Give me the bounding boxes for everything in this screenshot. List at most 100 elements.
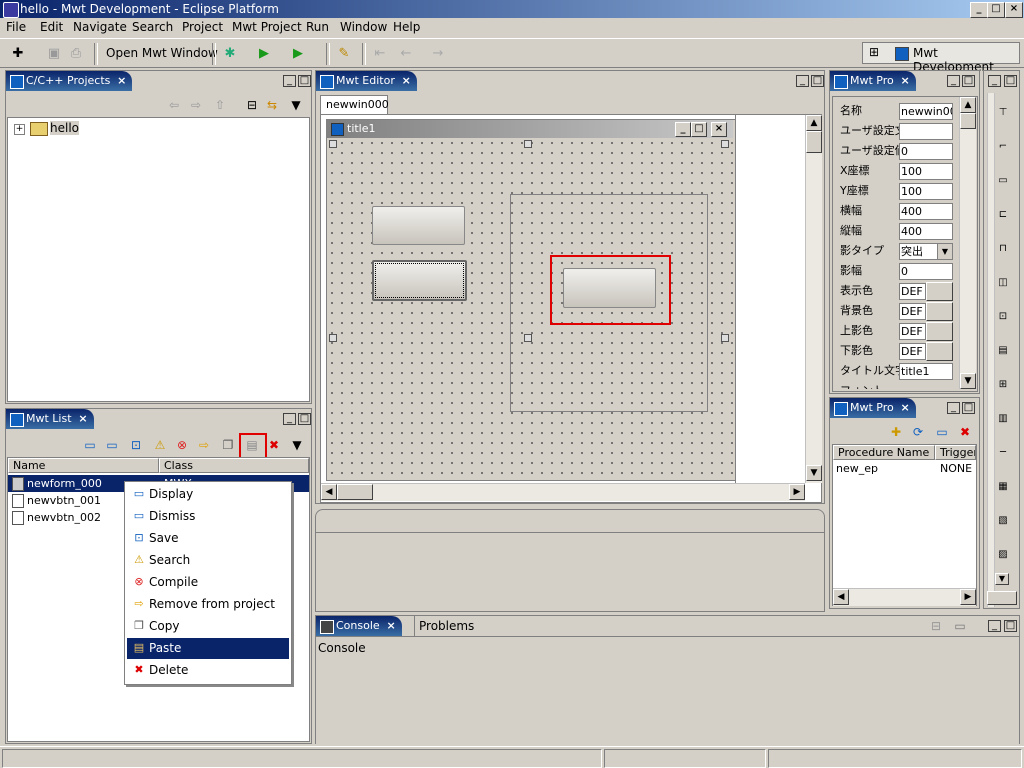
vbutton-widget-selected[interactable] bbox=[372, 260, 467, 301]
prop-name-field[interactable]: newwin000 bbox=[899, 103, 953, 120]
warning-icon[interactable]: ⚠ bbox=[152, 437, 168, 453]
menu-item-dismiss[interactable]: ▭ Dismiss bbox=[127, 506, 289, 527]
menu-window[interactable]: Window bbox=[340, 20, 387, 34]
menu-item-paste[interactable]: ▤ Paste bbox=[127, 638, 289, 659]
form-design-area[interactable] bbox=[327, 138, 733, 478]
back-icon[interactable]: ← bbox=[398, 46, 414, 62]
prop-bottom-shadow-color-field[interactable]: DEF bbox=[899, 343, 926, 360]
menu-item-save[interactable]: ⊡ Save bbox=[127, 528, 289, 549]
mwt-editor-view-tab[interactable]: Mwt Editor × bbox=[316, 71, 417, 91]
perspective-switcher[interactable]: ⊞ Mwt Development bbox=[862, 42, 1020, 74]
widget-icon[interactable]: ◫ bbox=[995, 275, 1011, 291]
properties-vertical-scrollbar[interactable]: ▲ ▼ bbox=[959, 97, 976, 389]
color-picker-button[interactable] bbox=[926, 342, 953, 361]
widget-icon[interactable]: ▨ bbox=[995, 547, 1011, 563]
compile-icon[interactable]: ⊗ bbox=[174, 437, 190, 453]
prop-user-string-field[interactable] bbox=[899, 123, 953, 140]
maximize-view-icon[interactable]: □ bbox=[1004, 620, 1017, 632]
maximize-view-icon[interactable]: □ bbox=[298, 413, 311, 425]
mwt-properties-view-tab[interactable]: Mwt Pro × bbox=[830, 71, 916, 91]
scroll-right-icon[interactable]: ▶ bbox=[789, 484, 805, 500]
column-header-procedure-name[interactable]: Procedure Name bbox=[833, 445, 935, 460]
scroll-thumb[interactable] bbox=[960, 113, 976, 129]
widget-icon[interactable]: ▤ bbox=[995, 343, 1011, 359]
display-console-icon[interactable]: ▭ bbox=[952, 618, 968, 634]
resize-handle[interactable] bbox=[721, 334, 729, 342]
close-window-button[interactable]: × bbox=[1005, 2, 1023, 18]
prop-y-field[interactable]: 100 bbox=[899, 183, 953, 200]
widget-icon[interactable]: ⊓ bbox=[995, 241, 1011, 257]
vbutton-widget[interactable] bbox=[372, 206, 465, 245]
resize-handle[interactable] bbox=[329, 334, 337, 342]
close-icon[interactable]: × bbox=[901, 71, 910, 91]
scroll-right-icon[interactable]: ▶ bbox=[960, 589, 976, 605]
refresh-icon[interactable]: ⟳ bbox=[910, 424, 926, 440]
up-nav-icon[interactable]: ⇧ bbox=[212, 97, 228, 113]
open-mwt-window-button[interactable]: Open Mwt Window bbox=[106, 46, 218, 60]
open-perspective-icon[interactable]: ⊞ bbox=[869, 45, 879, 59]
forward-nav-icon[interactable]: ⇨ bbox=[188, 97, 204, 113]
menu-search[interactable]: Search bbox=[132, 20, 173, 34]
prev-annotation-icon[interactable]: ⇤ bbox=[372, 46, 388, 62]
run-icon[interactable]: ▶ bbox=[256, 46, 272, 62]
mwt-list-view-tab[interactable]: Mwt List × bbox=[6, 409, 94, 429]
close-icon[interactable]: × bbox=[901, 398, 910, 418]
widget-icon[interactable]: ▭ bbox=[995, 173, 1011, 189]
scroll-up-icon[interactable]: ▲ bbox=[960, 97, 976, 113]
scroll-left-icon[interactable]: ◀ bbox=[833, 589, 849, 605]
scroll-thumb[interactable] bbox=[806, 131, 822, 153]
resize-handle[interactable] bbox=[524, 140, 532, 148]
scroll-left-icon[interactable]: ◀ bbox=[321, 484, 337, 500]
minimize-view-icon[interactable]: _ bbox=[988, 75, 1001, 87]
prop-display-color-field[interactable]: DEF bbox=[899, 283, 926, 300]
menu-run[interactable]: Run bbox=[306, 20, 329, 34]
table-row[interactable]: new_ep NONE bbox=[836, 460, 974, 477]
prop-title-text-field[interactable]: title1 bbox=[899, 363, 953, 380]
new-procedure-icon[interactable]: ✚ bbox=[888, 424, 904, 440]
scroll-up-icon[interactable]: ▲ bbox=[806, 115, 822, 131]
prop-user-value-field[interactable]: 0 bbox=[899, 143, 953, 160]
prop-width-field[interactable]: 400 bbox=[899, 203, 953, 220]
menu-item-display[interactable]: ▭ Display bbox=[127, 484, 289, 505]
scroll-down-icon[interactable]: ▼ bbox=[806, 465, 822, 481]
mwt-procedures-view-tab[interactable]: Mwt Pro × bbox=[830, 398, 916, 418]
menu-project[interactable]: Project bbox=[182, 20, 223, 34]
minimize-window-button[interactable]: _ bbox=[970, 2, 988, 18]
console-view-tab[interactable]: Console × bbox=[316, 616, 402, 636]
menu-help[interactable]: Help bbox=[393, 20, 420, 34]
pin-console-icon[interactable]: ⊟ bbox=[928, 618, 944, 634]
widget-icon[interactable]: ─ bbox=[995, 445, 1011, 461]
menu-item-search[interactable]: ⚠ Search bbox=[127, 550, 289, 571]
widget-icon[interactable]: ▥ bbox=[995, 411, 1011, 427]
scroll-thumb[interactable] bbox=[337, 484, 373, 500]
editor-vertical-scrollbar[interactable]: ▲ ▼ bbox=[805, 115, 822, 483]
delete-icon[interactable]: ✖ bbox=[266, 437, 282, 453]
widget-icon[interactable]: ⊏ bbox=[995, 207, 1011, 223]
scroll-down-icon[interactable]: ▼ bbox=[995, 573, 1009, 585]
save-icon[interactable]: ▣ bbox=[46, 46, 62, 62]
minimize-view-icon[interactable]: _ bbox=[796, 75, 809, 87]
resize-handle[interactable] bbox=[329, 140, 337, 148]
dismiss-icon[interactable]: ▭ bbox=[104, 437, 120, 453]
menu-file[interactable]: File bbox=[6, 20, 26, 34]
chevron-down-icon[interactable]: ▼ bbox=[937, 244, 952, 259]
close-icon[interactable]: × bbox=[78, 409, 87, 429]
close-icon[interactable]: × bbox=[386, 616, 395, 636]
menu-item-remove-from-project[interactable]: ⇨ Remove from project bbox=[127, 594, 289, 615]
maximize-view-icon[interactable]: □ bbox=[962, 402, 975, 414]
close-icon[interactable]: × bbox=[402, 71, 411, 91]
prop-top-shadow-color-field[interactable]: DEF bbox=[899, 323, 926, 340]
save-icon[interactable]: ⊡ bbox=[128, 437, 144, 453]
scroll-down-icon[interactable]: ▼ bbox=[960, 373, 976, 389]
forward-icon[interactable]: → bbox=[430, 46, 446, 62]
scroll-thumb[interactable] bbox=[987, 591, 1017, 605]
display-icon[interactable]: ▭ bbox=[934, 424, 950, 440]
back-nav-icon[interactable]: ⇦ bbox=[166, 97, 182, 113]
print-icon[interactable]: ⎙ bbox=[68, 46, 84, 62]
link-editor-icon[interactable]: ⇆ bbox=[264, 97, 280, 113]
widget-icon[interactable]: ⊤ bbox=[995, 105, 1011, 121]
menu-mwt-project[interactable]: Mwt Project bbox=[232, 20, 302, 34]
color-picker-button[interactable] bbox=[926, 282, 953, 301]
menu-edit[interactable]: Edit bbox=[40, 20, 63, 34]
widget-icon[interactable]: ▦ bbox=[995, 479, 1011, 495]
